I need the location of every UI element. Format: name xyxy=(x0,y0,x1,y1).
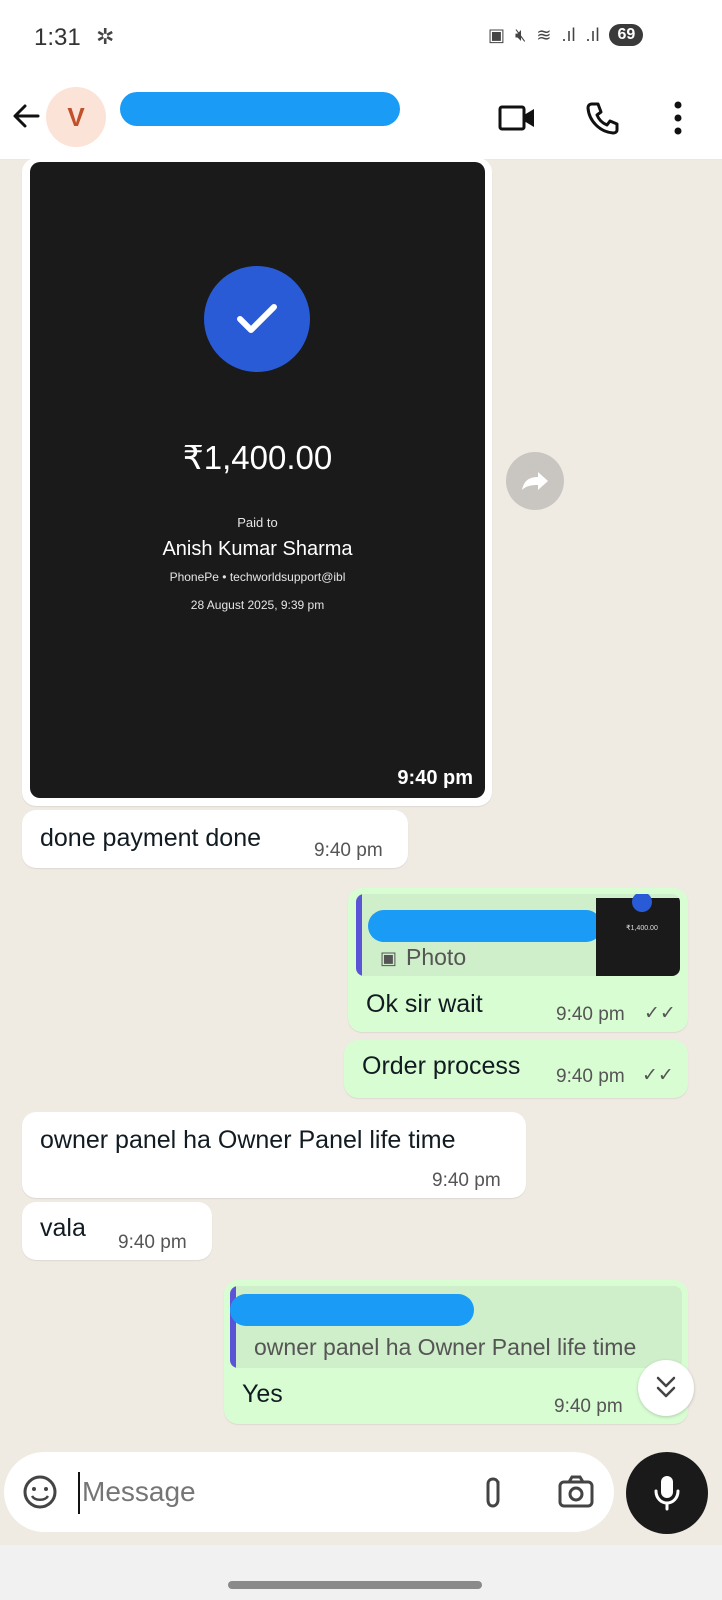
message-bubble-incoming[interactable]: vala 9:40 pm xyxy=(22,1202,212,1260)
read-receipt-icon: ✓✓ xyxy=(642,1065,674,1086)
back-arrow-icon[interactable] xyxy=(8,96,48,136)
message-text: vala xyxy=(40,1214,86,1242)
battery-indicator: 69 xyxy=(609,24,644,46)
receipt-payee: Anish Kumar Sharma xyxy=(162,538,353,560)
quoted-type-label: Photo xyxy=(406,944,467,970)
message-input[interactable] xyxy=(82,1470,462,1514)
wifi-icon: ≋ xyxy=(536,24,552,45)
receipt-app-line: PhonePe • techworldsupport@ibl xyxy=(169,570,346,584)
read-receipt-icon: ✓✓ xyxy=(644,1003,676,1024)
sticker-icon[interactable] xyxy=(20,1472,60,1512)
message-text: Yes xyxy=(242,1380,283,1408)
quote-bar xyxy=(356,894,362,976)
check-icon xyxy=(204,266,310,372)
chat-header: V xyxy=(0,78,722,160)
quoted-text: owner panel ha Owner Panel life time xyxy=(254,1334,637,1360)
message-text: Order process xyxy=(362,1052,521,1080)
fan-icon: ✲ xyxy=(96,24,115,49)
receipt-amount: ₹1,400.00 xyxy=(182,439,333,476)
scroll-to-bottom-button[interactable] xyxy=(638,1360,694,1416)
message-text: done payment done xyxy=(40,824,262,852)
work-profile-icon: ▣ xyxy=(488,24,506,45)
thumbnail-check-icon xyxy=(632,894,652,912)
mic-button[interactable] xyxy=(626,1452,708,1534)
image-timestamp: 9:40 pm xyxy=(397,767,473,789)
message-text: owner panel ha Owner Panel life time xyxy=(40,1126,456,1154)
message-time: 9:40 pm xyxy=(432,1170,501,1191)
message-bubble-incoming[interactable]: done payment done 9:40 pm xyxy=(22,810,408,868)
text-cursor xyxy=(78,1472,80,1514)
message-text: Ok sir wait xyxy=(366,990,483,1018)
receipt-paid-to: Paid to xyxy=(237,515,278,530)
quoted-photo-reply[interactable]: ▣ Photo ₹1,400.00 xyxy=(356,894,680,976)
quoted-sender-redaction xyxy=(368,910,602,942)
thumbnail-amount: ₹1,400.00 xyxy=(626,925,658,932)
status-bar: 1:31 ✲ ▣ 🔇︎ ≋ .ıl .ıl 69 xyxy=(0,0,722,78)
message-time: 9:40 pm xyxy=(118,1232,187,1253)
payment-screenshot[interactable]: ₹1,400.00 Paid to Anish Kumar Sharma Pho… xyxy=(30,162,485,798)
camera-icon[interactable] xyxy=(554,1472,598,1512)
forward-icon[interactable] xyxy=(506,452,564,510)
contact-name-redaction[interactable] xyxy=(120,92,400,126)
message-time: 9:40 pm xyxy=(314,840,383,861)
signal-icon-2: .ıl xyxy=(585,24,600,45)
message-time: 9:40 pm xyxy=(556,1004,625,1025)
mic-icon xyxy=(654,1476,680,1511)
avatar[interactable]: V xyxy=(46,87,106,147)
mute-icon: 🔇︎ xyxy=(515,24,527,45)
status-icons: ▣ 🔇︎ ≋ .ıl .ıl 69 xyxy=(488,24,644,46)
message-composer xyxy=(4,1452,614,1532)
attach-icon[interactable] xyxy=(474,1472,514,1512)
message-bubble-outgoing[interactable]: Order process 9:40 pm ✓✓ xyxy=(344,1040,688,1098)
video-call-icon[interactable] xyxy=(494,94,542,142)
receipt-date: 28 August 2025, 9:39 pm xyxy=(190,598,325,612)
status-time: 1:31 xyxy=(34,24,81,51)
message-bubble-incoming[interactable]: owner panel ha Owner Panel life time 9:4… xyxy=(22,1112,526,1198)
voice-call-icon[interactable] xyxy=(578,94,626,142)
message-bubble-outgoing[interactable]: ▣ Photo ₹1,400.00 Ok sir wait 9:40 pm ✓✓ xyxy=(348,888,688,1032)
message-time: 9:40 pm xyxy=(556,1066,625,1087)
quoted-thumbnail: ₹1,400.00 xyxy=(596,894,680,976)
more-options-icon[interactable] xyxy=(654,94,702,142)
photo-icon: ▣ xyxy=(380,948,398,968)
home-gesture-bar[interactable] xyxy=(228,1581,482,1589)
system-nav-bar xyxy=(0,1545,722,1600)
quoted-text-reply[interactable]: owner panel ha Owner Panel life time xyxy=(230,1286,682,1368)
quoted-sender-redaction xyxy=(230,1294,474,1326)
message-time: 9:40 pm xyxy=(554,1396,623,1417)
signal-icon: .ıl xyxy=(561,24,576,45)
message-bubble-outgoing[interactable]: owner panel ha Owner Panel life time Yes… xyxy=(224,1280,688,1424)
